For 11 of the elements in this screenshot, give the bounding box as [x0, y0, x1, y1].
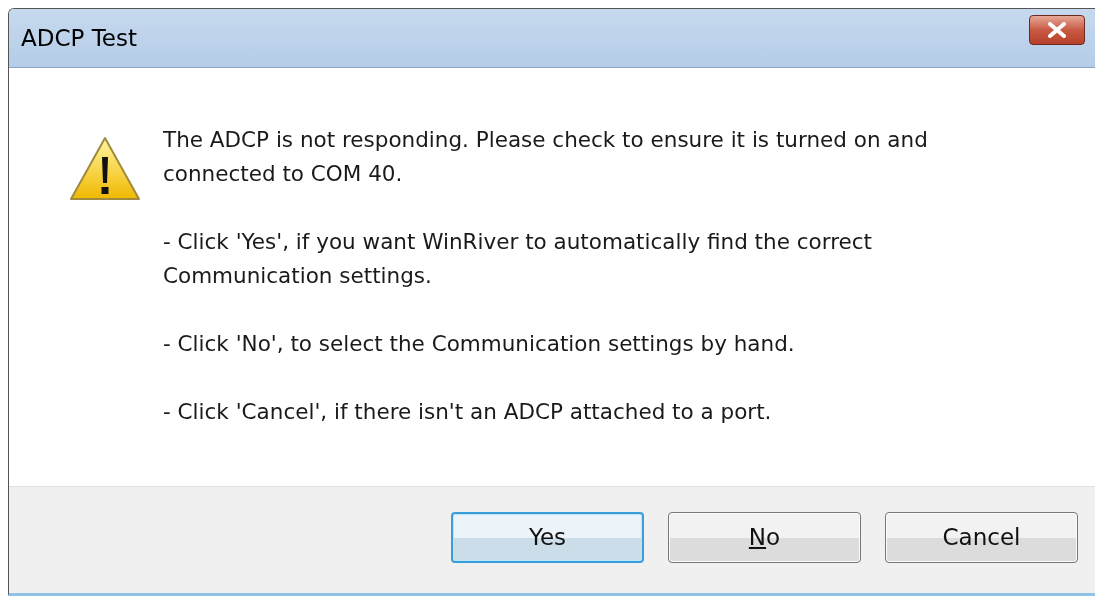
dialog-button[interactable]: Cancel	[885, 511, 1078, 563]
message-text: - Click 'Yes', if you want WinRiver to automatically find the correct Communication settings.	[163, 228, 874, 290]
close-icon	[1047, 22, 1067, 38]
warning-icon	[69, 135, 141, 203]
message-text: - Click 'Cancel', if there isn't an ADCP attached to a port.	[163, 398, 773, 426]
dialog-button[interactable]: Yes	[451, 511, 644, 563]
dialog-button[interactable]: No	[668, 511, 861, 563]
close-button[interactable]	[1029, 15, 1085, 45]
window-title: ADCP Test	[21, 25, 137, 51]
message-text: The ADCP is not responding. Please check to ensure it is turned on and connected to COM 40.	[163, 126, 929, 188]
message-text: - Click 'No', to select the Communication settings by hand.	[163, 330, 796, 358]
